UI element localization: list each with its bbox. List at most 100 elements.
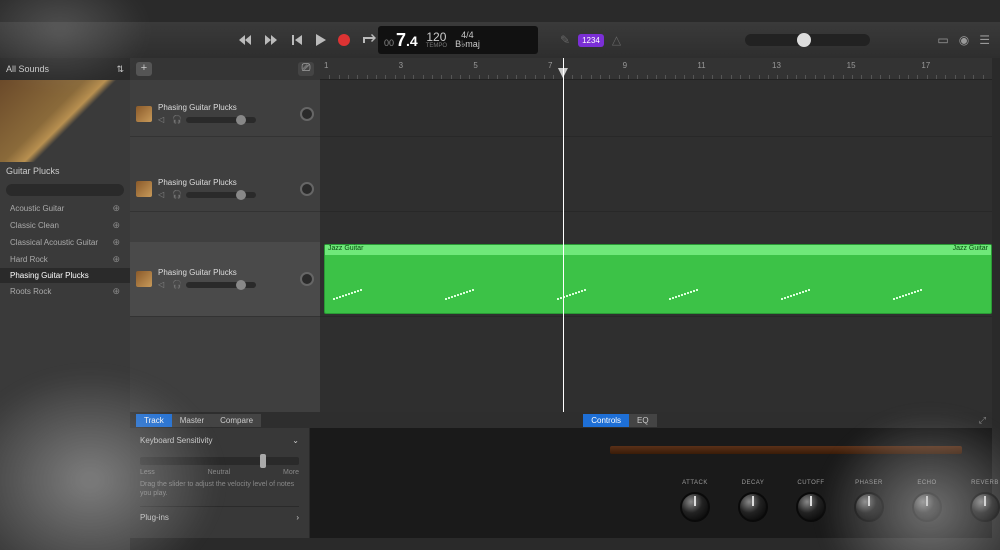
mute-button[interactable]: ◁ — [158, 190, 168, 200]
playhead[interactable] — [563, 58, 564, 412]
time-signature[interactable]: 4/4B♭maj — [455, 31, 480, 49]
track-volume-slider[interactable] — [186, 117, 256, 123]
library-item[interactable]: Classical Acoustic Guitar⊕ — [0, 234, 130, 251]
library-search[interactable] — [6, 184, 124, 196]
notepad-icon[interactable]: ▭ — [937, 33, 948, 47]
expand-icon: ⊕ — [112, 237, 120, 248]
track-view-button[interactable]: ⎚ — [298, 62, 314, 76]
tracks-area[interactable]: Jazz GuitarJazz Guitar — [320, 80, 992, 412]
solo-button[interactable]: 🎧 — [172, 280, 182, 290]
keyboard-sensitivity-row[interactable]: Keyboard Sensitivity⌄ — [140, 436, 299, 445]
knob-label: ATTACK — [680, 480, 710, 486]
smart-controls-inspector: Keyboard Sensitivity⌄ LessNeutralMore Dr… — [130, 428, 310, 538]
knob-dial[interactable] — [738, 492, 768, 522]
expand-icon: ⊕ — [112, 203, 120, 214]
knob-dial[interactable] — [912, 492, 942, 522]
library-item[interactable]: Classic Clean⊕ — [0, 217, 130, 234]
library-header[interactable]: All Sounds⇅ — [0, 58, 130, 80]
knob-phaser[interactable]: PHASER — [854, 480, 884, 522]
knob-echo[interactable]: ECHO — [912, 480, 942, 522]
tempo-display[interactable]: 120TEMPO — [426, 31, 447, 49]
track-header[interactable]: Phasing Guitar Plucks ◁ 🎧 — [130, 167, 320, 212]
loops-icon[interactable]: ◉ — [959, 33, 969, 47]
mute-button[interactable]: ◁ — [158, 280, 168, 290]
track-volume-slider[interactable] — [186, 192, 256, 198]
knob-dial[interactable] — [970, 492, 1000, 522]
tab-track[interactable]: Track — [136, 414, 172, 427]
ruler-bar-label: 13 — [772, 61, 781, 70]
record-enable-button[interactable] — [300, 182, 314, 196]
solo-button[interactable]: 🎧 — [172, 190, 182, 200]
chevron-down-icon: ⌄ — [292, 436, 299, 445]
record-enable-button[interactable] — [300, 107, 314, 121]
knob-dial[interactable] — [680, 492, 710, 522]
expand-icon: ⊕ — [112, 254, 120, 265]
knob-label: CUTOFF — [796, 480, 826, 486]
rewind-button[interactable] — [238, 33, 252, 47]
solo-button[interactable]: 🎧 — [172, 115, 182, 125]
library-item[interactable]: Roots Rock⊕ — [0, 283, 130, 300]
tab-controls[interactable]: Controls — [583, 414, 629, 427]
plugins-row[interactable]: Plug-ins› — [140, 506, 299, 522]
track-lane[interactable] — [320, 92, 992, 137]
ruler-bar-label: 7 — [548, 61, 552, 70]
knob-attack[interactable]: ATTACK — [680, 480, 710, 522]
transport-controls — [238, 33, 376, 47]
topbar: 007.4 120TEMPO 4/4B♭maj ✎ 1234 △ ▭ ◉ ☰ — [0, 22, 1000, 58]
track-lane[interactable] — [320, 167, 992, 212]
track-volume-slider[interactable] — [186, 282, 256, 288]
record-enable-button[interactable] — [300, 272, 314, 286]
knob-label: PHASER — [854, 480, 884, 486]
sensitivity-slider[interactable] — [140, 457, 299, 465]
knob-cutoff[interactable]: CUTOFF — [796, 480, 826, 522]
master-volume-slider[interactable] — [745, 34, 870, 46]
knob-dial[interactable] — [796, 492, 826, 522]
ruler[interactable]: 1357911131517 — [320, 58, 992, 80]
tuner-icon[interactable]: ✎ — [560, 33, 570, 47]
tab-master[interactable]: Master — [172, 414, 212, 427]
instrument-thumbnail — [0, 80, 130, 162]
play-button[interactable] — [316, 34, 326, 46]
forward-button[interactable] — [264, 33, 278, 47]
knob-reverb[interactable]: REVERB — [970, 480, 1000, 522]
go-to-start-button[interactable] — [290, 33, 304, 47]
knob-decay[interactable]: DECAY — [738, 480, 768, 522]
count-in-badge[interactable]: 1234 — [578, 34, 604, 47]
smart-controls-tabs: TrackMasterCompare ControlsEQ ⤢ — [130, 412, 992, 428]
timeline: 1357911131517 Jazz GuitarJazz Guitar — [320, 58, 992, 412]
cycle-button[interactable] — [362, 33, 376, 47]
track-name: Phasing Guitar Plucks — [158, 178, 294, 187]
track-header[interactable]: Phasing Guitar Plucks ◁ 🎧 — [130, 92, 320, 137]
record-button[interactable] — [338, 34, 350, 46]
expand-icon: ⊕ — [112, 220, 120, 231]
mute-button[interactable]: ◁ — [158, 115, 168, 125]
playhead-position: 007.4 — [384, 30, 418, 51]
editors-icon[interactable]: ☰ — [979, 33, 990, 47]
ruler-bar-label: 1 — [324, 61, 328, 70]
library-item[interactable]: Phasing Guitar Plucks — [0, 268, 130, 283]
add-track-button[interactable]: + — [136, 62, 152, 76]
expand-icon[interactable]: ⤢ — [979, 415, 986, 426]
metronome-icon[interactable]: △ — [612, 33, 621, 47]
tab-compare[interactable]: Compare — [212, 414, 261, 427]
region-name: Jazz Guitar — [328, 245, 363, 255]
tab-eq[interactable]: EQ — [629, 414, 657, 427]
track-name: Phasing Guitar Plucks — [158, 103, 294, 112]
library-item[interactable]: Acoustic Guitar⊕ — [0, 200, 130, 217]
track-header[interactable]: Phasing Guitar Plucks◁🎧 — [130, 242, 320, 317]
track-header-toolbar: + ⎚ — [130, 58, 320, 80]
midi-region[interactable]: Jazz GuitarJazz Guitar — [324, 244, 992, 314]
expand-icon: ⊕ — [112, 286, 120, 297]
lcd-display[interactable]: 007.4 120TEMPO 4/4B♭maj — [378, 26, 538, 54]
instrument-name: Guitar Plucks — [0, 162, 130, 180]
library-item[interactable]: Hard Rock⊕ — [0, 251, 130, 268]
knob-label: DECAY — [738, 480, 768, 486]
knob-dial[interactable] — [854, 492, 884, 522]
track-lane[interactable]: Jazz GuitarJazz Guitar — [320, 242, 992, 317]
library-list: Acoustic Guitar⊕Classic Clean⊕Classical … — [0, 200, 130, 300]
track-icon — [136, 181, 152, 197]
ruler-bar-label: 9 — [623, 61, 627, 70]
ruler-bar-label: 17 — [921, 61, 930, 70]
track-icon — [136, 106, 152, 122]
knob-label: REVERB — [970, 480, 1000, 486]
